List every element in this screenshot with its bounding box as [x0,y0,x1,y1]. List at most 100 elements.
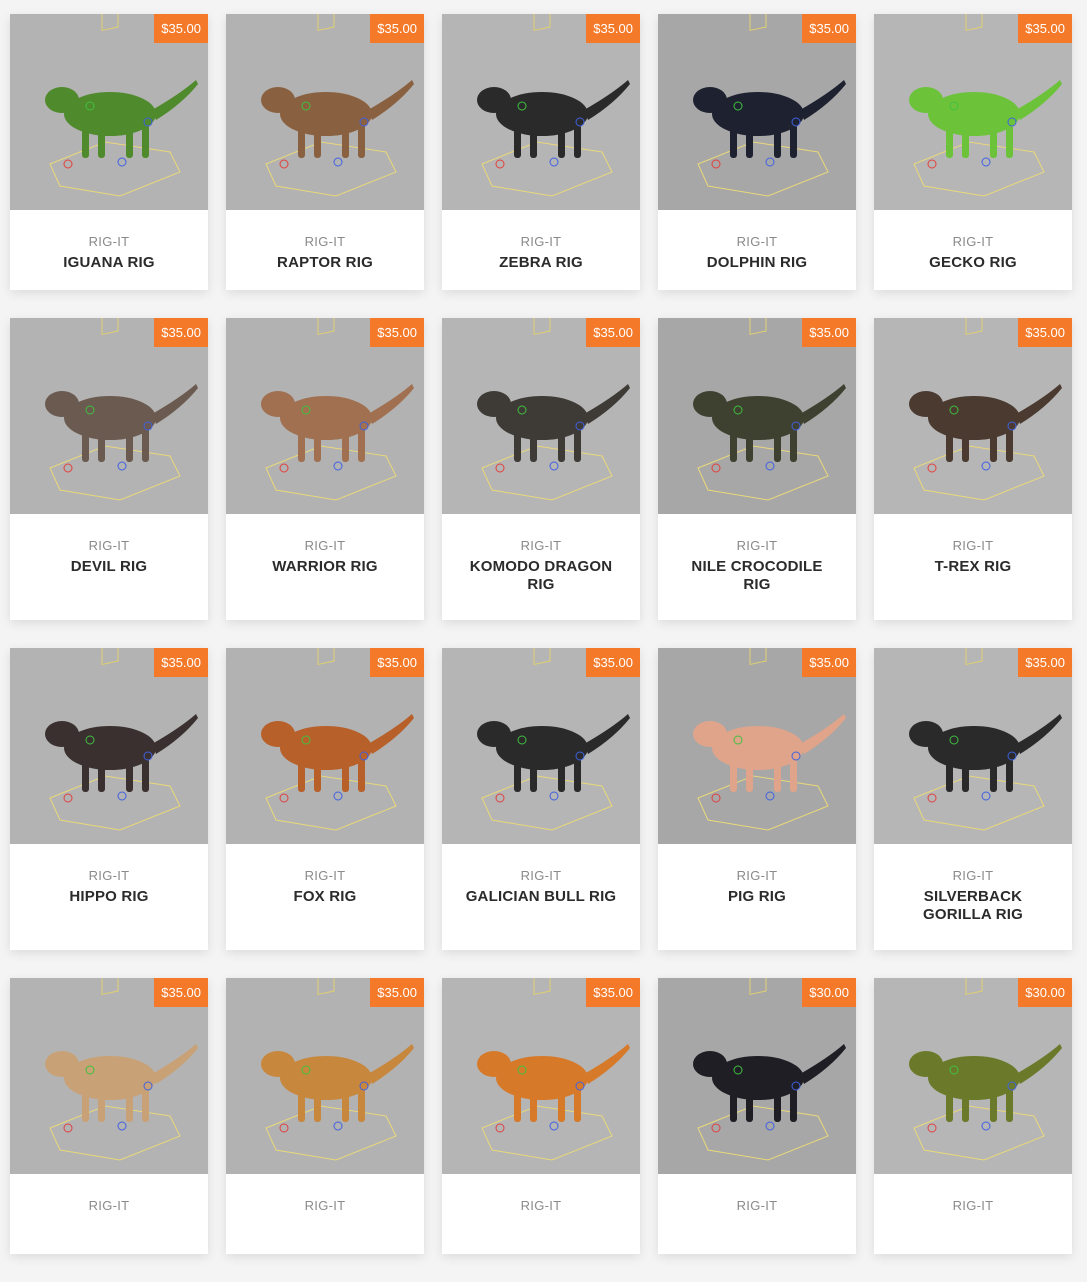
product-title[interactable]: GALICIAN BULL RIG [442,888,640,906]
crocodile-icon [693,318,846,501]
product-thumbnail[interactable]: $35.00 [874,14,1072,210]
product-card[interactable]: $30.00 RIG-IT [874,978,1072,1254]
product-brand: RIG-IT [952,234,994,249]
product-brand: RIG-IT [520,868,562,883]
product-brand: RIG-IT [736,868,778,883]
product-thumbnail[interactable]: $35.00 [10,14,208,210]
product-card[interactable]: $35.00 RIG-IT KOMODO DRAGON RIG [442,318,640,620]
product-card[interactable]: $35.00 RIG-IT GALICIAN BULL RIG [442,648,640,950]
product-brand: RIG-IT [736,234,778,249]
product-thumbnail[interactable]: $35.00 [10,648,208,844]
product-info: RIG-IT HIPPO RIG [10,844,208,950]
product-card[interactable]: $35.00 RIG-IT SILVERBACK GORILLA RIG [874,648,1072,950]
product-card[interactable]: $35.00 RIG-IT PIG RIG [658,648,856,950]
product-card[interactable]: $35.00 RIG-IT RAPTOR RIG [226,14,424,290]
product-info: RIG-IT [874,1174,1072,1254]
product-brand: RIG-IT [304,234,346,249]
price-badge: $35.00 [370,648,424,677]
product-title[interactable]: WARRIOR RIG [226,558,424,576]
product-card[interactable]: $35.00 RIG-IT ZEBRA RIG [442,14,640,290]
product-thumbnail[interactable]: $35.00 [10,978,208,1174]
product-info: RIG-IT GECKO RIG [874,210,1072,290]
product-thumbnail[interactable]: $35.00 [226,648,424,844]
product-row: $35.00 RIG-IT DEVIL RIG $35.00 RIG-IT WARRIOR… [10,318,1074,620]
product-info: RIG-IT FOX RIG [226,844,424,950]
scorpion-icon [693,978,846,1161]
product-card[interactable]: $35.00 RIG-IT DEVIL RIG [10,318,208,620]
product-thumbnail[interactable]: $30.00 [658,978,856,1174]
product-brand: RIG-IT [304,1198,346,1213]
product-info: RIG-IT WARRIOR RIG [226,514,424,620]
product-thumbnail[interactable]: $35.00 [658,318,856,514]
product-card[interactable]: $35.00 RIG-IT HIPPO RIG [10,648,208,950]
product-title[interactable]: RAPTOR RIG [226,254,424,272]
product-card[interactable]: $35.00 RIG-IT [442,978,640,1254]
product-thumbnail[interactable]: $35.00 [442,648,640,844]
product-brand: RIG-IT [520,538,562,553]
product-thumbnail[interactable]: $35.00 [442,14,640,210]
komodo-dragon-icon [477,318,630,501]
product-title[interactable]: FOX RIG [226,888,424,906]
product-title[interactable]: SILVERBACK GORILLA RIG [874,888,1072,924]
bull-icon [477,648,630,831]
product-card[interactable]: $35.00 RIG-IT WARRIOR RIG [226,318,424,620]
raptor-icon [261,14,414,197]
price-badge: $35.00 [586,14,640,43]
product-thumbnail[interactable]: $35.00 [442,978,640,1174]
product-card[interactable]: $35.00 RIG-IT T-REX RIG [874,318,1072,620]
product-card[interactable]: $30.00 RIG-IT [658,978,856,1254]
product-thumbnail[interactable]: $35.00 [442,318,640,514]
product-title[interactable]: PIG RIG [658,888,856,906]
product-thumbnail[interactable]: $35.00 [658,648,856,844]
product-title[interactable]: DEVIL RIG [10,558,208,576]
product-title[interactable]: T-REX RIG [874,558,1072,576]
product-card[interactable]: $35.00 RIG-IT NILE CROCODILE RIG [658,318,856,620]
product-thumbnail[interactable]: $35.00 [874,648,1072,844]
fox-icon [261,648,414,831]
product-title[interactable]: KOMODO DRAGON RIG [442,558,640,594]
product-brand: RIG-IT [304,868,346,883]
product-grid: $35.00 RIG-IT IGUANA RIG $35.00 RIG-IT RAPTOR… [10,14,1074,1282]
gorilla-icon [909,648,1062,831]
product-thumbnail[interactable]: $35.00 [226,14,424,210]
product-thumbnail[interactable]: $35.00 [658,14,856,210]
product-info: RIG-IT T-REX RIG [874,514,1072,620]
product-title[interactable]: DOLPHIN RIG [658,254,856,272]
product-title[interactable]: IGUANA RIG [10,254,208,272]
product-thumbnail[interactable]: $35.00 [874,318,1072,514]
product-card[interactable]: $35.00 RIG-IT IGUANA RIG [10,14,208,290]
price-badge: $30.00 [1018,978,1072,1007]
product-card[interactable]: $35.00 RIG-IT [10,978,208,1254]
pig-icon [693,648,846,831]
product-title[interactable]: NILE CROCODILE RIG [658,558,856,594]
product-info: RIG-IT PIG RIG [658,844,856,950]
price-badge: $35.00 [586,318,640,347]
product-title[interactable]: HIPPO RIG [10,888,208,906]
tiger-icon [477,978,630,1161]
product-info: RIG-IT GALICIAN BULL RIG [442,844,640,950]
price-badge: $35.00 [802,318,856,347]
product-card[interactable]: $35.00 RIG-IT DOLPHIN RIG [658,14,856,290]
french-bulldog-icon [45,978,198,1161]
product-brand: RIG-IT [88,538,130,553]
product-thumbnail[interactable]: $35.00 [226,978,424,1174]
iguana-icon [45,14,198,197]
product-title[interactable]: ZEBRA RIG [442,254,640,272]
product-thumbnail[interactable]: $35.00 [226,318,424,514]
price-badge: $35.00 [1018,318,1072,347]
product-card[interactable]: $35.00 RIG-IT [226,978,424,1254]
product-info: RIG-IT IGUANA RIG [10,210,208,290]
product-thumbnail[interactable]: $35.00 [10,318,208,514]
product-title[interactable]: GECKO RIG [874,254,1072,272]
hippo-icon [45,648,198,831]
price-badge: $35.00 [802,14,856,43]
price-badge: $35.00 [370,978,424,1007]
product-info: RIG-IT [10,1174,208,1254]
product-thumbnail[interactable]: $30.00 [874,978,1072,1174]
product-row: $35.00 RIG-IT HIPPO RIG $35.00 RIG-IT FOX RIG… [10,648,1074,950]
price-badge: $35.00 [802,648,856,677]
product-brand: RIG-IT [88,234,130,249]
product-info: RIG-IT [658,1174,856,1254]
product-card[interactable]: $35.00 RIG-IT FOX RIG [226,648,424,950]
product-card[interactable]: $35.00 RIG-IT GECKO RIG [874,14,1072,290]
